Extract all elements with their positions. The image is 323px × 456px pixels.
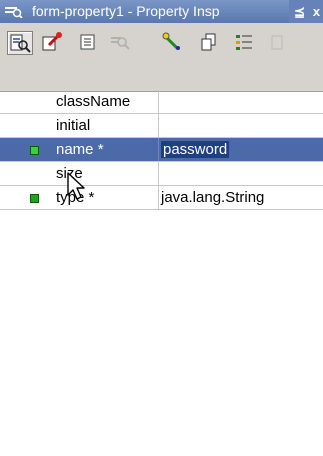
search-tool-button[interactable] <box>108 31 132 53</box>
property-name: name * <box>56 141 104 158</box>
wand-icon <box>162 32 180 51</box>
column-divider[interactable] <box>158 138 159 161</box>
list-view-icon <box>80 34 95 50</box>
mouse-cursor-icon <box>67 172 85 200</box>
extra-disabled-icon <box>271 35 283 50</box>
property-name: className <box>56 93 131 110</box>
list-view-tool-button[interactable] <box>76 31 100 53</box>
property-value[interactable]: java.lang.String <box>161 186 264 209</box>
property-value-text[interactable]: password <box>161 141 230 158</box>
column-divider[interactable] <box>158 186 159 209</box>
window-title: form-property1 - Property Insp <box>32 3 220 19</box>
column-divider[interactable] <box>158 90 159 113</box>
copy-tool-button[interactable] <box>197 31 221 53</box>
window-titlebar: form-property1 - Property Insp ⪳ x <box>0 0 323 23</box>
property-row-initial[interactable]: initial <box>0 114 323 138</box>
tree-tool-button[interactable] <box>232 31 256 53</box>
pin-button[interactable]: ⪳ <box>293 0 306 23</box>
property-value[interactable]: password <box>161 138 230 161</box>
toolbar <box>0 23 323 92</box>
property-inspector-icon <box>10 34 31 53</box>
window-buttons: ⪳ x <box>289 0 323 23</box>
property-name: initial <box>56 117 91 134</box>
property-row-size[interactable]: size <box>0 162 323 186</box>
required-bullet-icon <box>30 146 39 155</box>
extra-tool-button[interactable] <box>268 31 286 53</box>
edit-pin-tool-button[interactable] <box>40 31 64 53</box>
property-row-classname[interactable]: className <box>0 90 323 114</box>
property-grid: className initial name * password size t… <box>0 90 323 210</box>
edit-pin-icon <box>42 32 62 51</box>
column-divider[interactable] <box>158 114 159 137</box>
copy-icon <box>201 33 216 51</box>
property-inspector-tool-button[interactable] <box>7 31 33 55</box>
search-disabled-icon <box>111 37 130 50</box>
property-row-name[interactable]: name * password <box>0 138 323 162</box>
property-inspector-icon <box>5 7 23 18</box>
empty-grid-area <box>0 229 323 456</box>
wand-tool-button[interactable] <box>160 31 184 53</box>
column-divider[interactable] <box>158 162 159 185</box>
tree-icon <box>236 35 252 50</box>
required-bullet-icon <box>30 194 39 203</box>
close-button[interactable]: x <box>310 0 323 23</box>
property-row-type[interactable]: type * java.lang.String <box>0 186 323 210</box>
